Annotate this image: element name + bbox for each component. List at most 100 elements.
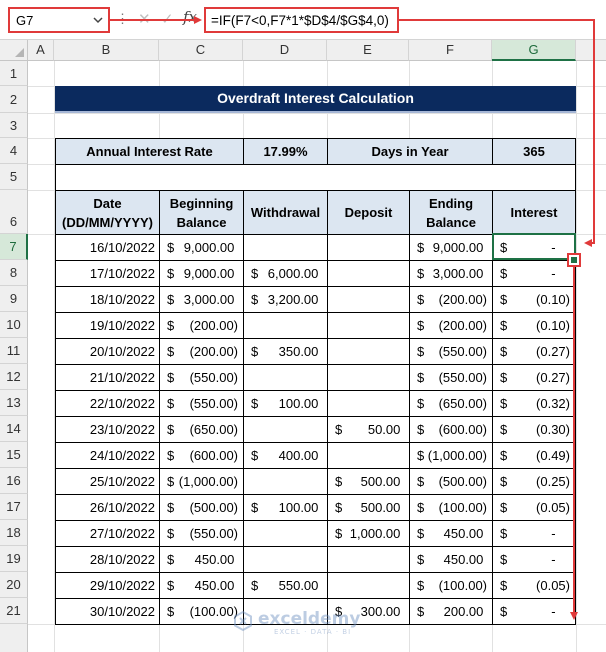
cell-date[interactable]: 29/10/2022: [55, 572, 160, 599]
cell-ending[interactable]: $450.00: [409, 546, 493, 573]
row-header-14[interactable]: 14: [0, 416, 28, 442]
annual-rate-label[interactable]: Annual Interest Rate: [55, 138, 244, 165]
cell-deposit[interactable]: [327, 338, 410, 365]
row-header-12[interactable]: 12: [0, 364, 28, 390]
cell-withdrawal[interactable]: [243, 520, 328, 547]
cell-withdrawal[interactable]: [243, 234, 328, 261]
cell-beginning[interactable]: $ (1,000.00): [159, 468, 244, 495]
cell-interest[interactable]: $ (0.10): [492, 286, 576, 313]
row-header-4[interactable]: 4: [0, 138, 28, 164]
cell-date[interactable]: 24/10/2022: [55, 442, 160, 469]
cell-interest[interactable]: $ (0.30): [492, 416, 576, 443]
cell-beginning[interactable]: $ (550.00): [159, 520, 244, 547]
cell-interest[interactable]: $ -: [492, 520, 576, 547]
row-header-7[interactable]: 7: [0, 234, 28, 260]
cell-beginning[interactable]: $9,000.00: [159, 260, 244, 287]
row-header-11[interactable]: 11: [0, 338, 28, 364]
cell-withdrawal[interactable]: [243, 312, 328, 339]
cell-date[interactable]: 20/10/2022: [55, 338, 160, 365]
cell-deposit[interactable]: [327, 546, 410, 573]
column-header-g[interactable]: G: [492, 40, 576, 61]
cell-interest[interactable]: $ (0.32): [492, 390, 576, 417]
cell-deposit[interactable]: $50.00: [327, 416, 410, 443]
cell-deposit[interactable]: [327, 364, 410, 391]
cell-deposit[interactable]: [327, 572, 410, 599]
row-header-8[interactable]: 8: [0, 260, 28, 286]
cell-beginning[interactable]: $3,000.00: [159, 286, 244, 313]
column-header-h[interactable]: [576, 40, 606, 61]
cell-date[interactable]: 28/10/2022: [55, 546, 160, 573]
cell-withdrawal[interactable]: [243, 416, 328, 443]
cell-ending[interactable]: $200.00: [409, 598, 493, 625]
row-header-13[interactable]: 13: [0, 390, 28, 416]
cell-ending[interactable]: $ (1,000.00): [409, 442, 493, 469]
cell-interest[interactable]: $ -: [492, 546, 576, 573]
row-header-5[interactable]: 5: [0, 164, 28, 190]
cell-beginning[interactable]: $450.00: [159, 572, 244, 599]
cell-interest[interactable]: $ (0.27): [492, 338, 576, 365]
row-header-9[interactable]: 9: [0, 286, 28, 312]
cell-withdrawal[interactable]: $100.00: [243, 390, 328, 417]
cell-deposit[interactable]: [327, 260, 410, 287]
cell-withdrawal[interactable]: $100.00: [243, 494, 328, 521]
cell-date[interactable]: 30/10/2022: [55, 598, 160, 625]
cell-withdrawal[interactable]: $3,200.00: [243, 286, 328, 313]
cell-date[interactable]: 23/10/2022: [55, 416, 160, 443]
cell-ending[interactable]: $ (550.00): [409, 338, 493, 365]
cell-ending[interactable]: $ (600.00): [409, 416, 493, 443]
cell-beginning[interactable]: $450.00: [159, 546, 244, 573]
days-in-year-value[interactable]: 365: [492, 138, 576, 165]
cell-deposit[interactable]: [327, 234, 410, 261]
row-header-15[interactable]: 15: [0, 442, 28, 468]
cell-beginning[interactable]: $ (600.00): [159, 442, 244, 469]
name-box[interactable]: G7: [8, 7, 110, 33]
more-options-icon[interactable]: ⋮: [116, 12, 129, 26]
cell-deposit[interactable]: $500.00: [327, 494, 410, 521]
row-header-17[interactable]: 17: [0, 494, 28, 520]
column-header-c[interactable]: C: [159, 40, 243, 61]
cell-beginning[interactable]: $ (200.00): [159, 338, 244, 365]
cell-ending[interactable]: $ (500.00): [409, 468, 493, 495]
header-date[interactable]: Date (DD/MM/YYYY): [55, 190, 160, 235]
header-beginning-balance[interactable]: Beginning Balance: [159, 190, 244, 235]
cell-ending[interactable]: $ (200.00): [409, 286, 493, 313]
cell-ending[interactable]: $ (200.00): [409, 312, 493, 339]
cell-deposit[interactable]: $500.00: [327, 468, 410, 495]
cell-withdrawal[interactable]: $400.00: [243, 442, 328, 469]
cell-ending[interactable]: $ (100.00): [409, 494, 493, 521]
row-header-2[interactable]: 2: [0, 86, 28, 113]
row-header-16[interactable]: 16: [0, 468, 28, 494]
column-header-b[interactable]: B: [54, 40, 159, 61]
row-header-1[interactable]: 1: [0, 61, 28, 86]
cell-interest[interactable]: $ (0.05): [492, 572, 576, 599]
cell-date[interactable]: 27/10/2022: [55, 520, 160, 547]
cell-deposit[interactable]: [327, 286, 410, 313]
cancel-icon[interactable]: ✕: [138, 10, 151, 28]
cell-beginning[interactable]: $ (500.00): [159, 494, 244, 521]
cell-deposit[interactable]: [327, 312, 410, 339]
column-header-a[interactable]: A: [28, 40, 54, 61]
cell-date[interactable]: 22/10/2022: [55, 390, 160, 417]
fill-handle[interactable]: [567, 253, 581, 267]
cell-beginning[interactable]: $ (550.00): [159, 390, 244, 417]
cell-withdrawal[interactable]: [243, 468, 328, 495]
cell-date[interactable]: 17/10/2022: [55, 260, 160, 287]
row-header-20[interactable]: 20: [0, 572, 28, 598]
row-header-21[interactable]: 21: [0, 598, 28, 624]
row-header-22[interactable]: [0, 624, 28, 652]
header-deposit[interactable]: Deposit: [327, 190, 410, 235]
cell-interest[interactable]: $ -: [492, 598, 576, 625]
cell-interest[interactable]: $ (0.25): [492, 468, 576, 495]
insert-function-icon[interactable]: fx: [183, 8, 197, 26]
cell-withdrawal[interactable]: [243, 546, 328, 573]
column-header-e[interactable]: E: [327, 40, 409, 61]
row-header-19[interactable]: 19: [0, 546, 28, 572]
cell-ending[interactable]: $9,000.00: [409, 234, 493, 261]
row-header-6[interactable]: 6: [0, 190, 28, 234]
blank-row[interactable]: [55, 164, 576, 191]
cell-ending[interactable]: $450.00: [409, 520, 493, 547]
cell-ending[interactable]: $3,000.00: [409, 260, 493, 287]
column-header-f[interactable]: F: [409, 40, 492, 61]
header-interest[interactable]: Interest: [492, 190, 576, 235]
header-ending-balance[interactable]: Ending Balance: [409, 190, 493, 235]
